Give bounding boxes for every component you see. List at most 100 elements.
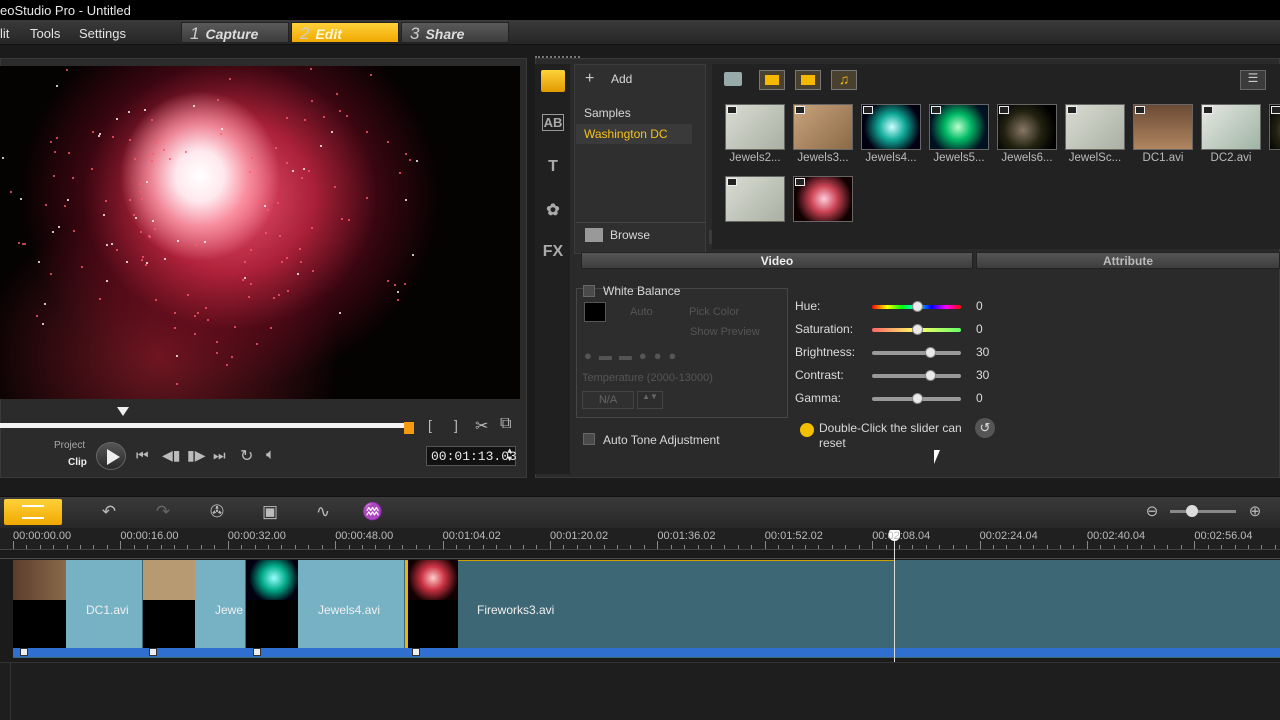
transition-icon[interactable]: AB [541, 114, 565, 136]
timecode-spinner-icon[interactable]: ▲ ▼ [507, 448, 512, 464]
ruler-tick [66, 545, 68, 549]
firework-spark [49, 273, 52, 276]
clip-marker[interactable] [253, 648, 261, 656]
show-photos-icon[interactable] [795, 70, 821, 90]
show-videos-icon[interactable] [759, 70, 785, 90]
firework-spark [405, 199, 408, 202]
show-audio-icon[interactable]: ♫ [831, 70, 857, 90]
mark-out-icon[interactable]: ] [454, 417, 458, 433]
ruler-tick [684, 545, 686, 549]
undo-icon[interactable]: ↶ [97, 502, 121, 522]
ruler-tick [227, 541, 229, 549]
tab-video[interactable]: Video [581, 252, 973, 269]
zoom-out-icon[interactable]: ⊖ [1140, 502, 1164, 520]
play-button[interactable] [96, 442, 126, 470]
firework-spark [57, 226, 60, 229]
zoom-in-icon[interactable]: ⊕ [1243, 502, 1267, 520]
clip-marker[interactable] [149, 648, 157, 656]
white-balance-checkbox[interactable] [583, 285, 595, 297]
folder-item-washington-dc-label: Washington DC [584, 127, 668, 141]
graphics-icon[interactable]: ✿ [541, 200, 565, 222]
zoom-slider-track[interactable] [1170, 510, 1236, 513]
slider-knob[interactable] [924, 347, 936, 358]
clip-marker[interactable] [20, 648, 28, 656]
browse-icon[interactable] [585, 228, 603, 242]
firework-spark [139, 191, 142, 194]
temperature-field[interactable]: N/A [582, 391, 634, 409]
mark-in-icon[interactable]: [ [428, 417, 432, 433]
ruler-tick [214, 545, 216, 549]
pick-color-option[interactable]: Pick Color [689, 306, 739, 318]
firework-spark [194, 333, 197, 336]
end-icon[interactable]: ⏭ [213, 447, 226, 464]
folder-item-samples[interactable]: Samples [584, 106, 631, 120]
slider-knob[interactable] [924, 370, 936, 381]
slider-value: 0 [976, 322, 983, 336]
timecode-field[interactable]: 00:01:13.03 ▲ ▼ [426, 446, 517, 466]
firework-spark [250, 156, 253, 159]
record-capture-icon[interactable]: ✇ [205, 502, 229, 522]
firework-spark [278, 293, 281, 296]
list-view-icon[interactable]: ☰ [1240, 70, 1266, 90]
browse-button[interactable]: Browse [610, 228, 650, 242]
step-tab-capture[interactable]: 1 Capture [181, 22, 289, 43]
show-preview-option[interactable]: Show Preview [690, 326, 760, 338]
firework-spark [286, 116, 289, 119]
temperature-spinner-icon[interactable]: ▲▼ [637, 391, 663, 409]
tab-attribute[interactable]: Attribute [976, 252, 1280, 269]
firework-spark [403, 283, 406, 286]
panel-grip[interactable] [535, 56, 580, 60]
slider-knob[interactable] [911, 324, 923, 335]
step-tab-share[interactable]: 3 Share [401, 22, 509, 43]
volume-icon[interactable]: 🔈︎ [266, 446, 275, 463]
trim-end-marker[interactable] [404, 422, 414, 434]
sound-mixer-icon[interactable]: ∿ [311, 502, 335, 522]
cut-icon[interactable]: ✂ [475, 416, 488, 436]
zoom-slider-knob[interactable] [1186, 505, 1198, 517]
filter-icon[interactable]: FX [541, 243, 565, 265]
add-folder-button[interactable]: Add [611, 72, 632, 86]
ruler-tick [388, 545, 390, 549]
reset-icon[interactable]: ↺ [975, 418, 995, 438]
menu-edit[interactable]: lit [0, 26, 9, 41]
auto-option[interactable]: Auto [630, 306, 653, 318]
firework-spark [320, 144, 323, 147]
firework-spark [153, 227, 156, 230]
home-icon[interactable]: ⏮ [136, 447, 149, 464]
firework-spark [229, 78, 232, 81]
title-icon[interactable]: T [541, 158, 565, 180]
slider-knob[interactable] [911, 393, 923, 404]
ruler-tick [294, 545, 296, 549]
repeat-icon[interactable]: ↻ [240, 446, 253, 466]
firework-spark [103, 214, 106, 217]
step-tab-edit[interactable]: 2 Edit [291, 22, 399, 43]
media-icon[interactable] [541, 70, 565, 92]
next-frame-icon[interactable]: ▮▶ [187, 447, 205, 464]
snapshot-icon[interactable]: ▣ [258, 502, 282, 522]
preset-icons[interactable]: ●▬▬●●● [584, 348, 683, 363]
auto-tone-checkbox[interactable] [583, 433, 595, 445]
folder-icon[interactable] [724, 72, 742, 86]
video-badge-icon [999, 106, 1009, 114]
adjustment-slider-track[interactable] [872, 374, 961, 378]
color-swatch[interactable] [584, 302, 606, 322]
enlarge-icon[interactable]: ⧉ [500, 415, 511, 433]
menu-settings[interactable]: Settings [79, 26, 126, 41]
ruler-tick [952, 545, 954, 549]
scrubber-track[interactable] [0, 423, 408, 428]
ruler-tick-label: 00:00:48.00 [335, 530, 394, 542]
add-icon[interactable]: + [585, 70, 594, 88]
slider-label: Brightness: [795, 345, 856, 359]
scrubber-handle[interactable] [117, 407, 129, 416]
auto-music-icon[interactable]: ♒ [361, 502, 385, 522]
redo-icon[interactable]: ↷ [151, 502, 175, 522]
project-mode-label[interactable]: Project [54, 440, 85, 451]
slider-knob[interactable] [911, 301, 923, 312]
menu-tools[interactable]: Tools [30, 26, 60, 41]
firework-spark [155, 299, 158, 302]
storyboard-view-button[interactable] [4, 499, 62, 525]
clip-mode-label[interactable]: Clip [68, 457, 87, 468]
clip-marker[interactable] [412, 648, 420, 656]
adjustment-slider-track[interactable] [872, 351, 961, 355]
previous-frame-icon[interactable]: ◀▮ [162, 447, 180, 464]
